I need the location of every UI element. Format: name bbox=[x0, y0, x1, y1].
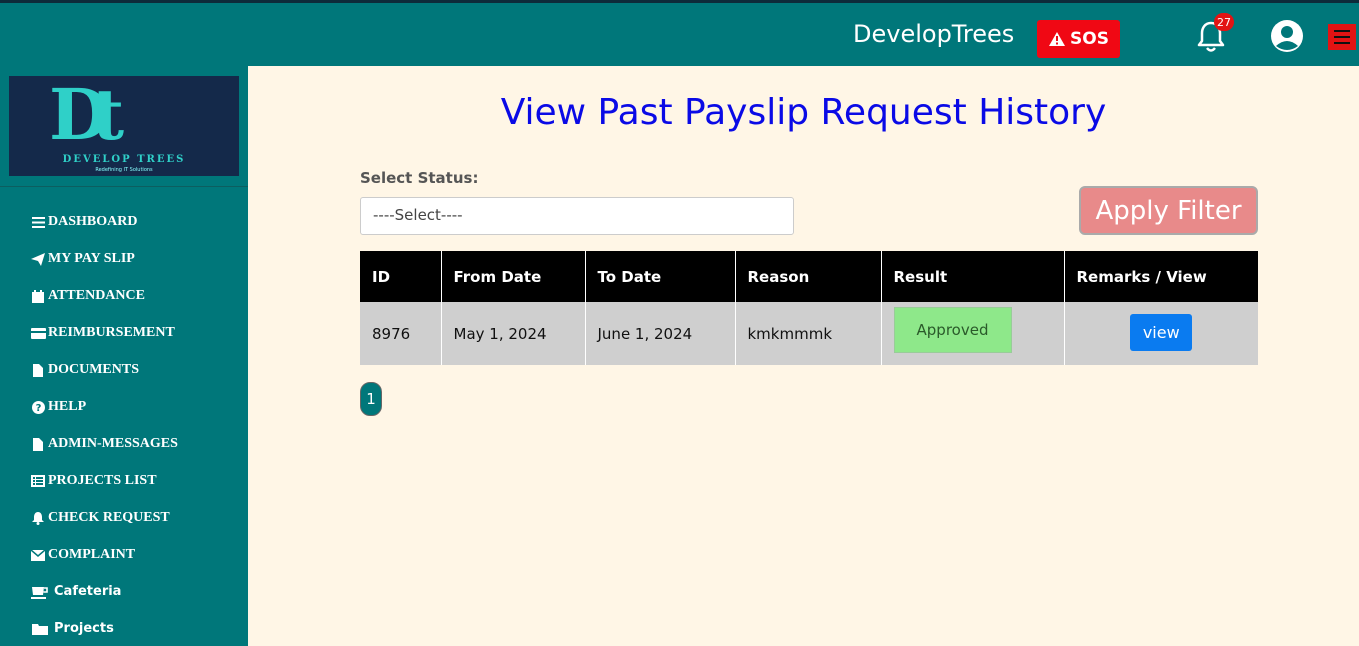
list-icon bbox=[30, 215, 46, 229]
sidebar-item-cafeteria[interactable]: Cafeteria bbox=[30, 584, 178, 621]
column-header-to-date: To Date bbox=[585, 251, 736, 302]
column-header-remarks: Remarks / View bbox=[1064, 251, 1258, 302]
file-icon bbox=[30, 437, 46, 451]
file-icon bbox=[30, 363, 46, 377]
sidebar-item-label: Projects bbox=[54, 621, 114, 636]
logo-name: DEVELOP TREES bbox=[62, 154, 186, 165]
sidebar-item-label: DOCUMENTS bbox=[48, 362, 140, 377]
table-header-row: ID From Date To Date Reason Result Remar… bbox=[360, 251, 1258, 302]
sidebar-item-label: ADMIN-MESSAGES bbox=[48, 436, 178, 451]
sidebar-item-my-pay-slip[interactable]: MY PAY SLIP bbox=[30, 251, 178, 288]
hamburger-icon[interactable] bbox=[1328, 24, 1356, 50]
user-circle-icon[interactable] bbox=[1270, 19, 1304, 53]
sidebar-item-label: CHECK REQUEST bbox=[48, 510, 170, 525]
alert-triangle-icon bbox=[1049, 32, 1066, 46]
column-header-id: ID bbox=[360, 251, 442, 302]
sidebar-item-attendance[interactable]: ATTENDANCE bbox=[30, 288, 178, 325]
credit-card-icon bbox=[30, 326, 46, 340]
sidebar-item-label: HELP bbox=[48, 399, 87, 414]
pagination-page-1[interactable]: 1 bbox=[360, 382, 382, 416]
cell-id: 8976 bbox=[360, 302, 442, 365]
apply-filter-button[interactable]: Apply Filter bbox=[1079, 186, 1258, 235]
list-alt-icon bbox=[30, 474, 46, 488]
sos-button[interactable]: SOS bbox=[1037, 20, 1120, 58]
sidebar-item-dashboard[interactable]: DASHBOARD bbox=[30, 214, 178, 251]
logo-tagline: Redefining IT Solutions bbox=[95, 167, 153, 173]
page-title: View Past Payslip Request History bbox=[500, 92, 1107, 133]
envelope-icon bbox=[30, 548, 46, 562]
top-navbar: DevelopTrees SOS 27 bbox=[0, 0, 1359, 66]
logo-letters: Dt bbox=[49, 73, 124, 156]
cell-result: Approved bbox=[881, 302, 1065, 365]
payslip-history-table: ID From Date To Date Reason Result Remar… bbox=[360, 251, 1258, 365]
calendar-icon bbox=[30, 289, 46, 303]
sidebar-item-help[interactable]: ? HELP bbox=[30, 399, 178, 436]
sidebar-item-label: COMPLAINT bbox=[48, 547, 136, 562]
sidebar-item-label: ATTENDANCE bbox=[48, 288, 145, 303]
sidebar-item-complaint[interactable]: COMPLAINT bbox=[30, 547, 178, 584]
cell-remarks: view bbox=[1064, 302, 1258, 365]
column-header-reason: Reason bbox=[735, 251, 882, 302]
status-badge-approved: Approved bbox=[893, 306, 1012, 353]
sidebar-item-documents[interactable]: DOCUMENTS bbox=[30, 362, 178, 399]
svg-text:?: ? bbox=[35, 403, 41, 414]
paper-plane-icon bbox=[30, 252, 46, 266]
sidebar-item-label: DASHBOARD bbox=[48, 214, 138, 229]
sidebar-divider bbox=[0, 186, 248, 187]
column-header-from-date: From Date bbox=[441, 251, 586, 302]
question-circle-icon: ? bbox=[30, 400, 46, 414]
cell-reason: kmkmmmk bbox=[735, 302, 882, 365]
coffee-icon bbox=[30, 585, 50, 599]
sidebar-item-label: MY PAY SLIP bbox=[48, 251, 135, 266]
sidebar: Dt DEVELOP TREES Redefining IT Solutions… bbox=[0, 66, 248, 646]
column-header-result: Result bbox=[881, 251, 1065, 302]
sidebar-item-label: REIMBURSEMENT bbox=[48, 325, 175, 340]
sidebar-item-reimbursement[interactable]: REIMBURSEMENT bbox=[30, 325, 178, 362]
sos-label: SOS bbox=[1070, 29, 1109, 49]
bell-icon bbox=[30, 511, 46, 525]
notification-badge: 27 bbox=[1214, 13, 1234, 31]
sidebar-item-projects[interactable]: Projects bbox=[30, 621, 178, 646]
folder-icon bbox=[30, 622, 50, 636]
cell-to-date: June 1, 2024 bbox=[585, 302, 736, 365]
brand-name: DevelopTrees bbox=[853, 20, 1015, 48]
sidebar-item-label: PROJECTS LIST bbox=[48, 473, 157, 488]
sidebar-item-check-request[interactable]: CHECK REQUEST bbox=[30, 510, 178, 547]
sidebar-item-projects-list[interactable]: PROJECTS LIST bbox=[30, 473, 178, 510]
table-row: 8976 May 1, 2024 June 1, 2024 kmkmmmk Ap… bbox=[360, 302, 1258, 365]
company-logo[interactable]: Dt DEVELOP TREES Redefining IT Solutions bbox=[9, 76, 239, 176]
sidebar-item-label: Cafeteria bbox=[54, 584, 122, 599]
sidebar-item-admin-messages[interactable]: ADMIN-MESSAGES bbox=[30, 436, 178, 473]
sidebar-nav: DASHBOARD MY PAY SLIP ATTENDANCE REIMBUR… bbox=[30, 214, 178, 646]
status-filter-label: Select Status: bbox=[360, 169, 479, 187]
status-select[interactable]: ----Select---- bbox=[360, 197, 794, 235]
view-button[interactable]: view bbox=[1130, 314, 1193, 351]
cell-from-date: May 1, 2024 bbox=[441, 302, 586, 365]
